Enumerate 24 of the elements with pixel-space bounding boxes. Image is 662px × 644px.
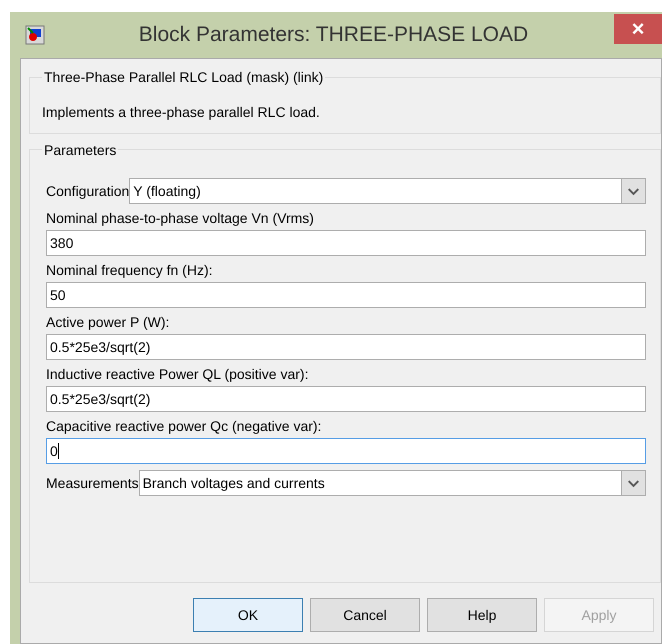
input-field[interactable]: 0.5*25e3/sqrt(2) [46,334,646,360]
input-field[interactable]: 380 [46,230,646,256]
dropdown[interactable]: Branch voltages and currents [138,470,646,496]
input-field[interactable]: 0 [46,438,646,464]
dropdown[interactable]: Y (floating) [129,178,646,204]
input-field[interactable]: 50 [46,282,646,308]
field-label: Active power P (W): [46,313,170,332]
field-label: Configuration [46,182,130,201]
dialog-button[interactable]: Cancel [310,598,420,632]
text-cursor [58,443,59,459]
chevron-down-icon [621,179,645,203]
input-field[interactable]: 0.5*25e3/sqrt(2) [46,386,646,412]
description-text: Implements a three-phase parallel RLC load. [42,103,321,122]
field-label: Measurements [46,474,139,492]
field-label: Nominal phase-to-phase voltage Vn (Vrms) [46,209,315,228]
field-label: Nominal frequency fn (Hz): [46,261,214,280]
dialog-button[interactable]: Help [427,598,537,632]
chevron-down-icon [621,471,645,495]
window-title: Block Parameters: THREE-PHASE LOAD [138,22,528,48]
app-icon [25,25,45,45]
close-button[interactable]: × [614,14,662,44]
field-label: Capacitive reactive power Qc (negative var): [46,417,322,436]
field-label: Inductive reactive Power QL (positive var): [46,365,310,384]
dialog-button[interactable]: OK [193,598,303,632]
